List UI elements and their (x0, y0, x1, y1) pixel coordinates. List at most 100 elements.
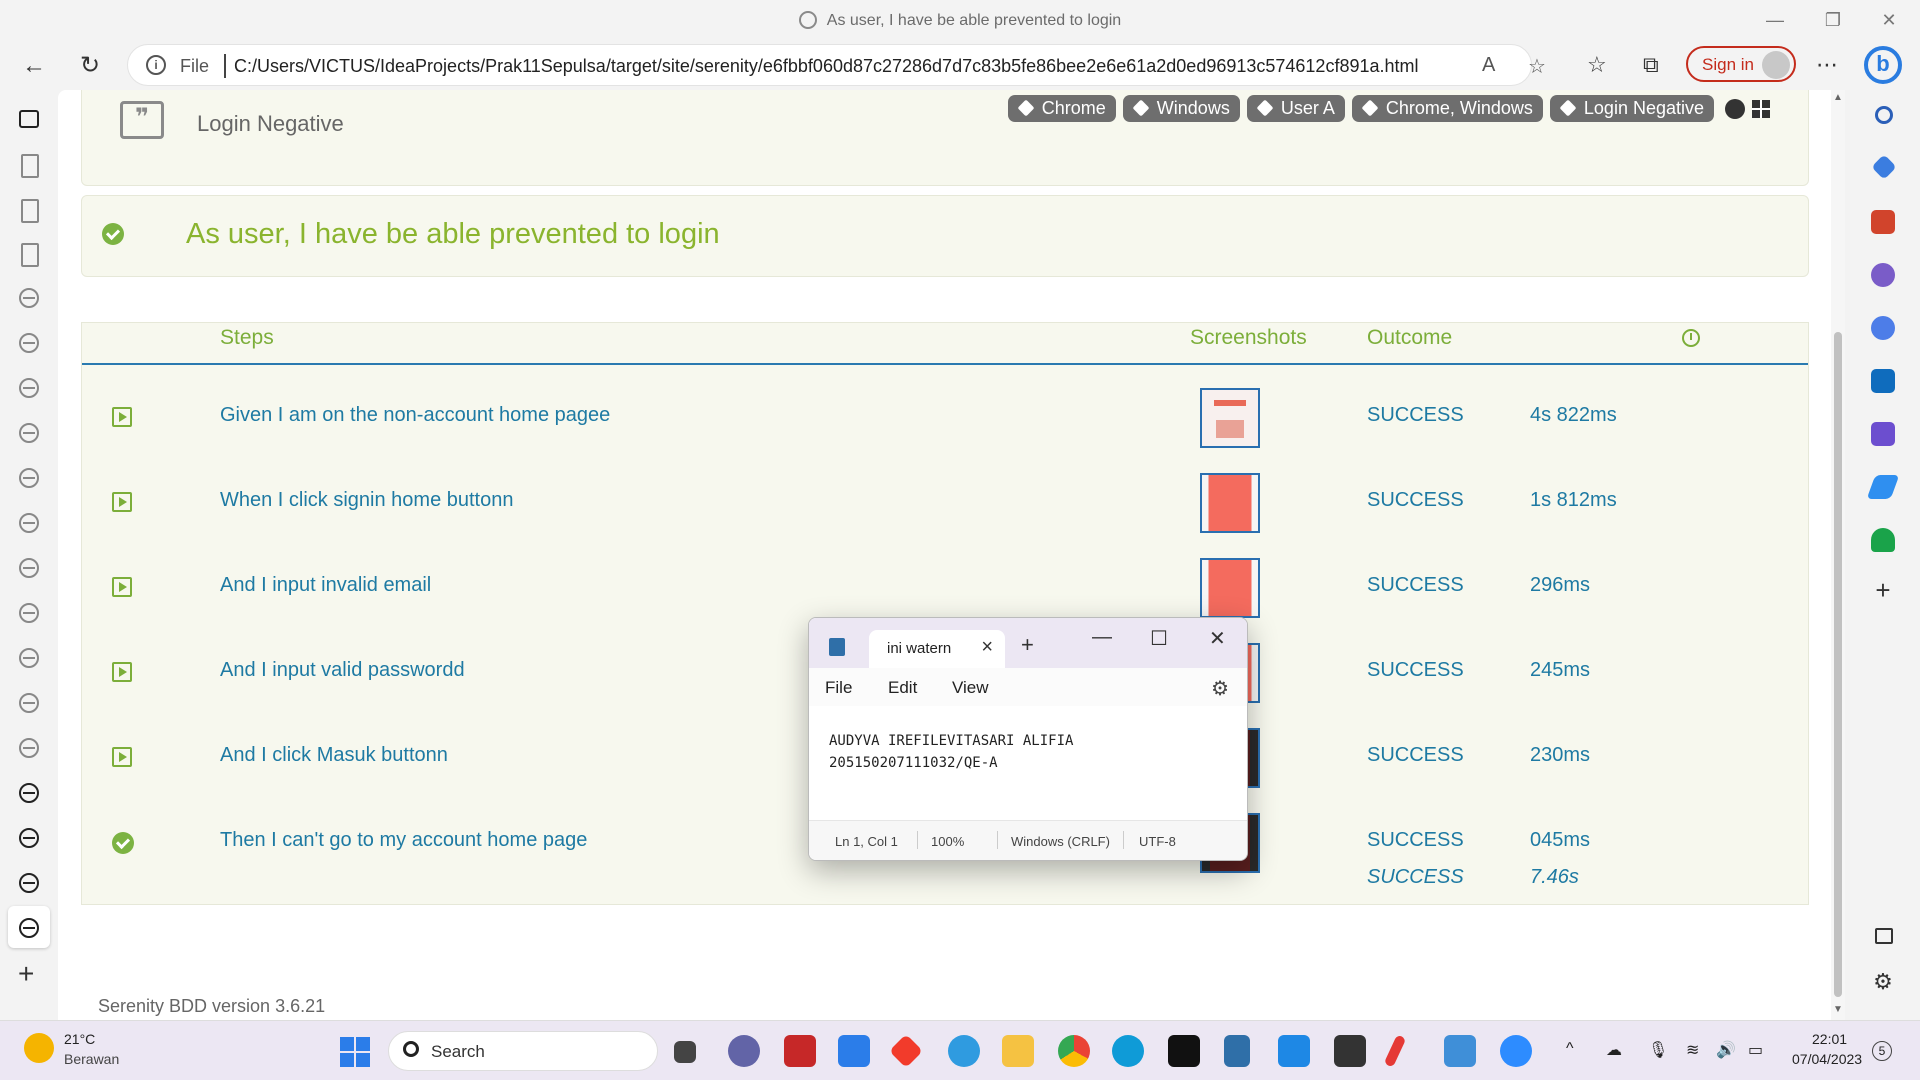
weather-temperature[interactable]: 21°C (64, 1031, 95, 1047)
tab-page-icon[interactable] (21, 199, 39, 223)
battery-icon[interactable]: ▭ (1748, 1040, 1763, 1060)
expand-step-icon[interactable] (112, 492, 132, 512)
tag-chrome[interactable]: Chrome (1007, 95, 1116, 122)
active-tab-serenity-icon[interactable] (19, 918, 39, 938)
address-bar[interactable]: i File C:/Users/VICTUS/IdeaProjects/Prak… (127, 44, 1546, 86)
tab-serenity-icon[interactable] (19, 378, 39, 398)
pen-icon[interactable] (1383, 1034, 1407, 1068)
wifi-icon[interactable]: ≋ (1686, 1040, 1699, 1060)
tab-serenity-icon[interactable] (19, 333, 39, 353)
weather-status[interactable]: Berawan (64, 1051, 119, 1067)
close-button[interactable]: ✕ (1866, 4, 1912, 36)
chrome-icon[interactable] (1058, 1035, 1090, 1067)
collections-icon[interactable]: ⧉ (1643, 52, 1659, 78)
volume-icon[interactable]: 🔊 (1716, 1040, 1736, 1060)
tree-icon[interactable] (1871, 528, 1895, 552)
refresh-button[interactable]: ↻ (72, 48, 108, 84)
office-icon[interactable] (889, 1034, 923, 1068)
file-explorer-icon[interactable] (1002, 1035, 1034, 1067)
onedrive-icon[interactable]: ☁ (1606, 1040, 1622, 1060)
notification-badge[interactable]: 5 (1872, 1041, 1892, 1061)
url-text[interactable]: C:/Users/VICTUS/IdeaProjects/Prak11Sepul… (234, 56, 1419, 77)
expand-step-icon[interactable] (112, 577, 132, 597)
page-scrollbar[interactable]: ▲ ▼ (1831, 90, 1845, 1020)
screenshot-thumbnail[interactable] (1200, 388, 1260, 448)
teams-chat-icon[interactable] (728, 1035, 760, 1067)
zoom-icon[interactable] (1500, 1035, 1532, 1067)
add-sidebar-app-icon[interactable]: + (1871, 577, 1895, 603)
tools-icon[interactable] (1871, 210, 1895, 234)
photos-icon[interactable] (1444, 1035, 1476, 1067)
screenshot-thumbnail[interactable] (1200, 473, 1260, 533)
tab-serenity-icon[interactable] (19, 558, 39, 578)
tab-page-icon[interactable] (21, 243, 39, 267)
tab-serenity-icon[interactable] (19, 738, 39, 758)
tab-serenity-icon[interactable] (19, 648, 39, 668)
step-text[interactable]: Given I am on the non-account home pagee (220, 404, 610, 427)
tab-serenity-icon[interactable] (19, 468, 39, 488)
search-icon[interactable] (1875, 106, 1893, 124)
menu-edit[interactable]: Edit (888, 678, 917, 698)
favorites-icon[interactable]: ☆ (1587, 52, 1607, 78)
info-icon[interactable]: i (146, 55, 166, 75)
new-tab-icon[interactable]: + (18, 960, 42, 988)
notepad-tab[interactable]: ini watern × (869, 630, 1005, 668)
clock-time[interactable]: 22:01 (1812, 1031, 1847, 1047)
notepad-taskbar-icon[interactable] (1224, 1035, 1250, 1067)
menu-view[interactable]: View (952, 678, 989, 698)
edge-icon[interactable] (1112, 1035, 1144, 1067)
send-icon[interactable] (1866, 475, 1900, 499)
menu-file[interactable]: File (825, 678, 852, 698)
microsoft-store-icon[interactable] (838, 1035, 870, 1067)
step-text[interactable]: And I input valid passwordd (220, 659, 465, 682)
microsoft-365-icon[interactable] (1871, 316, 1895, 340)
notepad-text-area[interactable]: AUDYVA IREFILEVITASARI ALIFIA 20515020711… (829, 730, 1073, 774)
step-text[interactable]: Then I can't go to my account home page (220, 829, 587, 852)
weather-app-icon[interactable] (948, 1035, 980, 1067)
copilot-icon[interactable]: b (1864, 46, 1902, 84)
show-hidden-icons-icon[interactable]: ^ (1566, 1040, 1574, 1058)
tab-serenity-icon[interactable] (19, 693, 39, 713)
weather-icon[interactable] (24, 1033, 54, 1063)
scroll-down-arrow-icon[interactable]: ▼ (1833, 1004, 1843, 1015)
microphone-icon[interactable]: 🎙 (1648, 1040, 1668, 1060)
minimize-button[interactable]: — (1752, 4, 1798, 36)
intellij-icon[interactable] (1168, 1035, 1200, 1067)
mcafee-icon[interactable] (784, 1035, 816, 1067)
tag-login-negative[interactable]: Login Negative (1549, 95, 1714, 122)
notepad-window[interactable]: ini watern × + — ☐ ✕ File Edit View ⚙ AU… (808, 617, 1248, 861)
screenshot-thumbnail[interactable] (1200, 558, 1260, 618)
expand-step-icon[interactable] (112, 662, 132, 682)
tab-serenity-icon[interactable] (19, 603, 39, 623)
shopping-icon[interactable] (1871, 154, 1897, 180)
tag-windows[interactable]: Windows (1122, 95, 1240, 122)
sign-in-button[interactable]: Sign in (1686, 46, 1796, 82)
notepad-close-button[interactable]: ✕ (1209, 626, 1226, 651)
close-tab-icon[interactable]: × (981, 636, 993, 659)
task-view-icon[interactable] (674, 1041, 696, 1063)
clock-date[interactable]: 07/04/2023 (1792, 1051, 1862, 1067)
notepad-minimize-button[interactable]: — (1092, 626, 1112, 649)
vscode-icon[interactable] (1278, 1035, 1310, 1067)
tab-actions-icon[interactable] (19, 110, 39, 128)
restore-button[interactable]: ❐ (1810, 4, 1856, 36)
add-favorite-icon[interactable]: ☆ (1528, 54, 1546, 79)
start-icon[interactable] (340, 1037, 370, 1067)
games-icon[interactable] (1871, 263, 1895, 287)
sidebar-layout-icon[interactable] (1875, 928, 1893, 944)
tab-serenity-icon[interactable] (19, 873, 39, 893)
scroll-up-arrow-icon[interactable]: ▲ (1833, 92, 1843, 103)
notepad-maximize-button[interactable]: ☐ (1150, 626, 1168, 651)
step-text[interactable]: When I click signin home buttonn (220, 489, 514, 512)
tab-serenity-icon[interactable] (19, 513, 39, 533)
expand-step-icon[interactable] (112, 407, 132, 427)
tab-serenity-icon[interactable] (19, 288, 39, 308)
read-aloud-icon[interactable]: A (1482, 54, 1495, 77)
tab-serenity-icon[interactable] (19, 783, 39, 803)
outlook-icon[interactable] (1871, 369, 1895, 393)
more-options-icon[interactable]: ⋯ (1816, 52, 1838, 78)
notepad-settings-icon[interactable]: ⚙ (1211, 676, 1229, 701)
expand-step-icon[interactable] (112, 747, 132, 767)
tag-chrome-windows[interactable]: Chrome, Windows (1351, 95, 1543, 122)
step-text[interactable]: And I input invalid email (220, 574, 431, 597)
